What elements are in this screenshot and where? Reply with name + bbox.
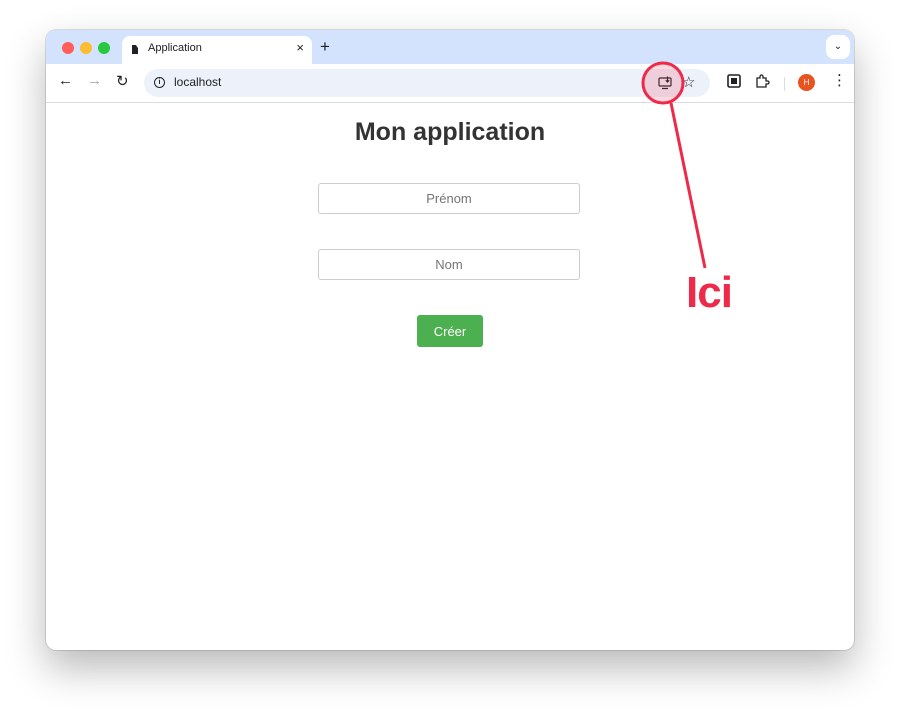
annotation-label: Ici: [686, 268, 733, 317]
annotation-overlay: [641, 61, 707, 269]
annotation-pointer-line: [669, 102, 707, 269]
annotation-highlight-circle: [641, 61, 685, 105]
